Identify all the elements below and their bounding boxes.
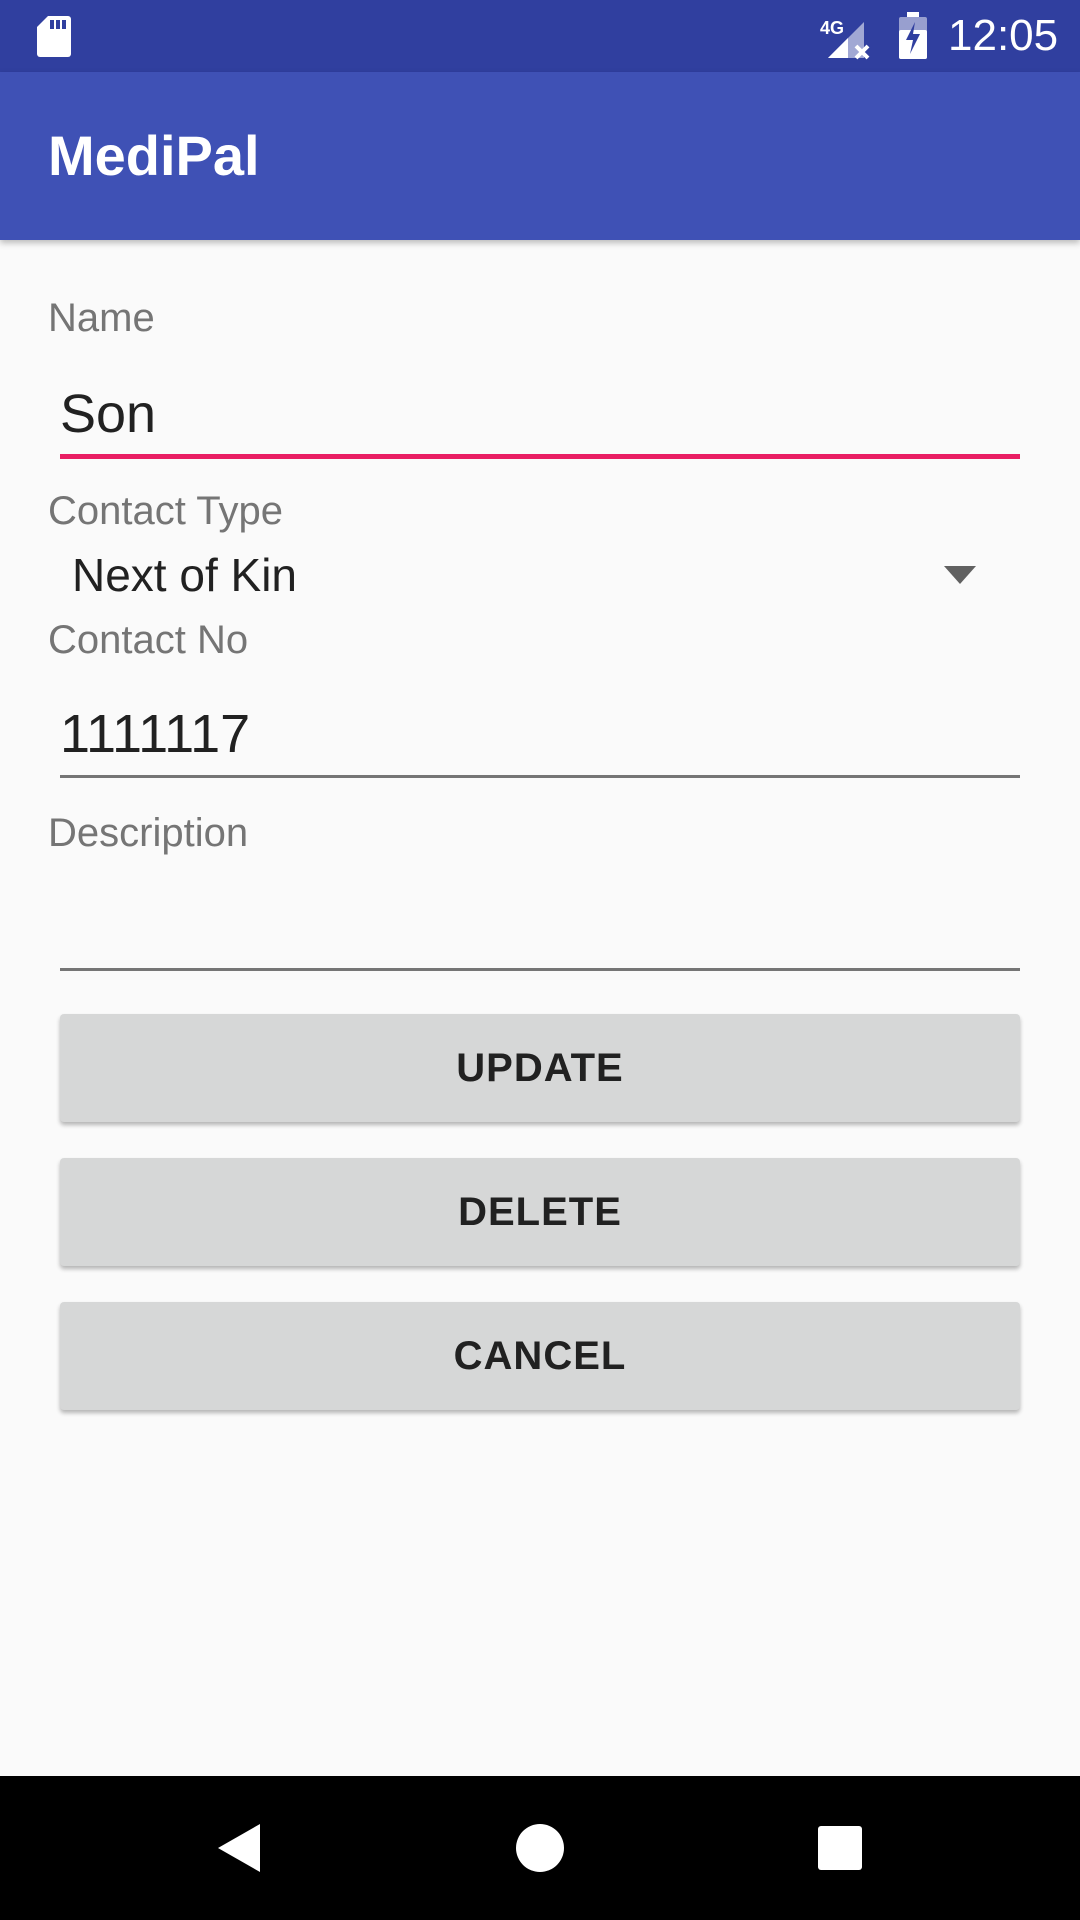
update-button[interactable]: UPDATE bbox=[60, 1014, 1020, 1122]
navigation-bar bbox=[0, 1776, 1080, 1920]
contact-type-selected: Next of Kin bbox=[72, 549, 297, 601]
description-label: Description bbox=[48, 811, 249, 855]
cancel-button[interactable]: CANCEL bbox=[60, 1302, 1020, 1410]
contact-type-label: Contact Type bbox=[48, 489, 283, 533]
battery-charging-icon bbox=[899, 12, 927, 59]
app-title: MediPal bbox=[48, 124, 260, 187]
home-icon[interactable] bbox=[498, 1806, 582, 1890]
app-bar: MediPal bbox=[0, 72, 1080, 240]
delete-button[interactable]: DELETE bbox=[60, 1158, 1020, 1266]
description-input[interactable] bbox=[60, 895, 1020, 959]
contact-type-dropdown[interactable]: Next of Kin bbox=[48, 536, 1020, 614]
status-time: 12:05 bbox=[948, 11, 1059, 60]
name-input[interactable]: Son bbox=[60, 382, 156, 446]
name-input-underline bbox=[60, 454, 1020, 459]
signal-4g-icon: 4G bbox=[820, 18, 870, 60]
contact-no-input-underline bbox=[60, 775, 1020, 778]
recents-icon[interactable] bbox=[798, 1806, 882, 1890]
name-label: Name bbox=[48, 296, 155, 340]
contact-no-label: Contact No bbox=[48, 618, 249, 662]
description-input-underline bbox=[60, 968, 1020, 971]
contact-no-input[interactable]: 1111117 bbox=[60, 702, 250, 766]
network-type-label: 4G bbox=[820, 18, 844, 38]
back-icon[interactable] bbox=[198, 1806, 282, 1890]
status-bar: 4G 12:05 bbox=[0, 0, 1080, 72]
dropdown-arrow-icon bbox=[944, 566, 976, 584]
sd-card-icon bbox=[37, 16, 71, 57]
